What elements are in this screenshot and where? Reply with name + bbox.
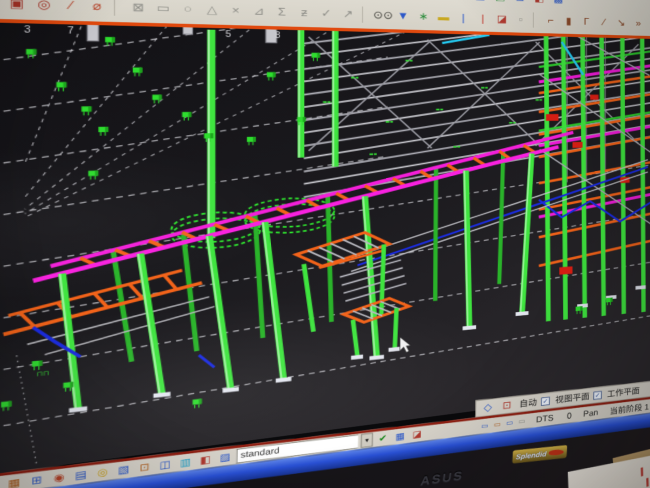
fly-icon[interactable]: ▥ xyxy=(177,454,194,470)
diameter-icon[interactable]: ⌀ xyxy=(86,0,109,16)
view-plane-checkbox[interactable]: ✓ xyxy=(541,396,550,405)
dts-indicator: DTS xyxy=(536,413,554,424)
rotate-icon[interactable]: ◎ xyxy=(93,464,111,481)
sticker-swoosh-icon xyxy=(549,449,564,456)
dense-hatch-icon[interactable]: ▩ xyxy=(551,0,567,7)
ortho-icon[interactable]: ◧ xyxy=(197,452,214,468)
auto-label[interactable]: 自动 xyxy=(519,396,537,410)
wireframe-icon[interactable]: ▤ xyxy=(72,467,91,484)
grid-plus-icon[interactable]: ⊞ xyxy=(409,0,427,2)
box-print xyxy=(646,478,648,487)
create-view-icon[interactable]: ▦ xyxy=(4,475,24,488)
twin-beam-icon[interactable]: » xyxy=(631,16,646,31)
slanted-beam-icon[interactable]: ∕ xyxy=(596,15,611,30)
snap-mode-3-icon[interactable]: ▭ xyxy=(504,417,515,428)
desk-box xyxy=(568,454,650,488)
curved-beam-icon[interactable]: ↘ xyxy=(614,15,629,30)
angle-tool-icon[interactable]: ⊿ xyxy=(249,3,269,21)
measure-icon[interactable]: ∕ xyxy=(59,0,82,15)
rebar-tool-icon[interactable]: ƶ xyxy=(295,4,314,21)
splendid-sticker: Splendid xyxy=(512,445,567,464)
corner-fill-icon[interactable]: ◩ xyxy=(492,0,509,5)
view-rows-icon[interactable]: ▥ xyxy=(388,0,406,1)
check-tool-icon[interactable]: ✓ xyxy=(317,5,336,22)
snap-box-icon[interactable]: ⊡ xyxy=(499,397,516,414)
render-icon[interactable]: ◉ xyxy=(50,469,69,486)
column-icon[interactable]: ▮ xyxy=(561,13,577,28)
grid-cell-icon[interactable]: ▫ xyxy=(513,12,529,28)
arrow-tool-icon[interactable]: ↗ xyxy=(339,6,358,23)
toolbar-separator xyxy=(362,6,368,22)
snap-diamond-icon[interactable]: ◇ xyxy=(479,399,496,416)
box-print xyxy=(641,467,643,476)
view-plane-label: 视图平面 xyxy=(555,390,589,406)
macro-icon[interactable]: ▣ xyxy=(5,0,29,13)
bottom-stack: ◇⊡ 自动 ✓ 视图平面 ✓ 工作平面 ▦⊞◉▤◎▧⊡◫▥◧▨ standard… xyxy=(0,19,650,488)
rectangle-tool-icon[interactable]: ▭ xyxy=(152,0,174,17)
work-plane-label: 工作平面 xyxy=(607,384,640,399)
apply-check-icon[interactable]: ✔ xyxy=(375,431,390,446)
triangle-tool-icon[interactable]: △ xyxy=(202,1,223,19)
shade-icon[interactable]: ▧ xyxy=(115,462,133,478)
photo-of-monitor: ▦▤◫▥⊞▧◨▨◩⊟◧▩ ▣◎∕⌀⊠▭○△×⊿Σƶ✓↗⊙⊙▼∗▬||◪▫⌐▮Γ∕… xyxy=(0,0,650,488)
snap-mode-1-icon[interactable]: ▭ xyxy=(479,420,490,431)
binoculars-icon[interactable]: ⊙⊙ xyxy=(373,7,391,24)
combobox-dropdown-icon[interactable]: ▾ xyxy=(361,433,373,448)
work-plane-checkbox[interactable]: ✓ xyxy=(593,391,602,400)
pin-blue-icon[interactable]: | xyxy=(455,10,472,26)
mode-indicator: Pan xyxy=(583,408,598,419)
hatch-icon[interactable]: ▧ xyxy=(431,0,448,2)
zoom-icon[interactable]: ⊡ xyxy=(136,459,154,475)
toolbar-separator xyxy=(114,0,122,16)
asus-logo: ASUS xyxy=(420,469,465,488)
phase-view-icon[interactable]: ◪ xyxy=(410,427,424,441)
pin-red-icon[interactable]: | xyxy=(474,10,491,26)
half-fill-icon[interactable]: ◨ xyxy=(451,0,468,3)
filter-funnel-icon[interactable]: ▼ xyxy=(394,8,412,25)
fit-view-icon[interactable]: ⊞ xyxy=(27,472,46,488)
count-indicator: 0 xyxy=(567,411,572,421)
snap-points-icon[interactable]: ∗ xyxy=(415,8,433,24)
perspective-icon[interactable]: ▨ xyxy=(217,450,234,466)
snap-mode-4-icon[interactable]: ▭ xyxy=(516,416,527,427)
circle-tool-icon[interactable]: ○ xyxy=(177,0,198,18)
view-plane-icon[interactable]: ◪ xyxy=(494,11,511,27)
monitor-screen: ▦▤◫▥⊞▧◨▨◩⊟◧▩ ▣◎∕⌀⊠▭○△×⊿Σƶ✓↗⊙⊙▼∗▬||◪▫⌐▮Γ∕… xyxy=(0,19,650,488)
note-icon[interactable]: ▬ xyxy=(435,9,452,25)
grid-minus-icon[interactable]: ⊟ xyxy=(512,0,528,5)
crosshatch-icon[interactable]: ▨ xyxy=(472,0,489,4)
select-filter-icon[interactable]: ⊠ xyxy=(127,0,149,17)
scene-icon[interactable]: ▦ xyxy=(393,429,408,444)
snap-mode-2-icon[interactable]: ▭ xyxy=(492,419,503,430)
beam-icon[interactable]: ⌐ xyxy=(543,13,559,29)
toolbar-separator xyxy=(533,12,539,27)
splendid-label: Splendid xyxy=(516,450,547,461)
left-fill-icon[interactable]: ◧ xyxy=(531,0,547,6)
pan-icon[interactable]: ◫ xyxy=(156,457,174,473)
clash-check-icon[interactable]: ◎ xyxy=(32,0,55,14)
cross-tool-icon[interactable]: × xyxy=(225,2,245,20)
polybeam-icon[interactable]: Γ xyxy=(579,14,594,29)
sum-tool-icon[interactable]: Σ xyxy=(272,3,292,20)
